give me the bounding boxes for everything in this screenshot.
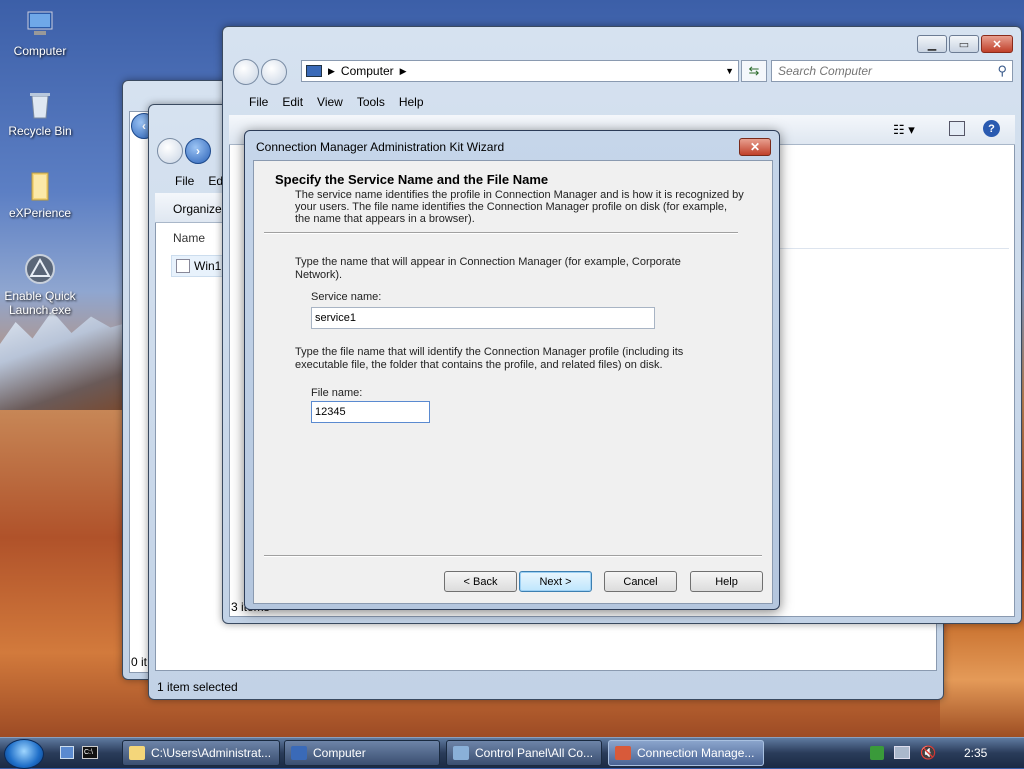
organize-button[interactable]: Organize xyxy=(173,202,222,216)
address-text[interactable]: Computer xyxy=(341,64,394,78)
next-button[interactable]: Next > xyxy=(519,571,592,592)
taskbar-item-connection-manager[interactable]: Connection Manage... xyxy=(608,740,764,766)
menu-bar: File Ed xyxy=(175,174,223,188)
forward-button[interactable] xyxy=(261,59,287,85)
wallpaper-rocks xyxy=(940,620,1024,740)
service-name-input[interactable] xyxy=(311,307,655,329)
forward-arrow-icon[interactable]: › xyxy=(185,138,211,164)
folder-icon xyxy=(129,746,145,760)
taskbar-item-label: Connection Manage... xyxy=(637,746,755,760)
menu-bar: File Edit View Tools Help xyxy=(249,95,424,109)
file-name-input[interactable] xyxy=(311,401,430,423)
desktop-icon-enable-quick-launch[interactable]: Enable Quick Launch.exe xyxy=(0,253,80,317)
service-instructions: Type the name that will appear in Connec… xyxy=(295,256,681,281)
menu-view[interactable]: View xyxy=(317,95,343,109)
connection-manager-icon xyxy=(615,746,631,760)
taskbar-item-label: C:\Users\Administrat... xyxy=(151,746,272,760)
cmak-wizard-dialog[interactable]: Connection Manager Administration Kit Wi… xyxy=(244,130,780,610)
taskbar-item-label: Control Panel\All Co... xyxy=(475,746,594,760)
computer-icon xyxy=(24,8,56,40)
control-panel-icon xyxy=(453,746,469,760)
search-icon[interactable]: ⚲ xyxy=(997,63,1007,79)
computer-icon xyxy=(306,65,322,77)
file-name-label: File name: xyxy=(311,387,363,399)
folder-icon xyxy=(24,170,56,202)
status-text: 0 it xyxy=(131,655,148,669)
views-icon[interactable]: ☷ ▾ xyxy=(893,122,915,138)
system-tray: 🔇 2:35 xyxy=(862,740,1024,766)
menu-edit[interactable]: Edit xyxy=(282,95,303,109)
refresh-icon[interactable]: ⇆ xyxy=(741,60,767,82)
help-icon[interactable]: ? xyxy=(983,120,1000,137)
caption-buttons: ▁ ▭ ✕ xyxy=(917,35,1013,53)
file-instructions: Type the file name that will identify th… xyxy=(295,346,684,371)
back-button[interactable]: < Back xyxy=(444,571,517,592)
breadcrumb-arrow-icon[interactable]: ▶ xyxy=(400,66,407,77)
desktop-icon-computer[interactable]: Computer xyxy=(0,8,80,58)
close-button[interactable]: ✕ xyxy=(739,138,771,156)
menu-tools[interactable]: Tools xyxy=(357,95,385,109)
cancel-button[interactable]: Cancel xyxy=(604,571,677,592)
maximize-button[interactable]: ▭ xyxy=(949,35,979,53)
desktop-icon-label: Computer xyxy=(13,44,67,58)
back-button[interactable] xyxy=(233,59,259,85)
network-icon[interactable] xyxy=(894,746,910,759)
computer-icon xyxy=(291,746,307,760)
menu-edit[interactable]: Ed xyxy=(208,174,223,188)
file-name: Win1( xyxy=(194,259,226,273)
status-text: 1 item selected xyxy=(157,680,238,694)
desktop-icon-label: eXPerience xyxy=(8,206,72,220)
footer-divider xyxy=(264,555,762,557)
menu-file[interactable]: File xyxy=(175,174,194,188)
clock[interactable]: 2:35 xyxy=(964,746,987,760)
desktop-icon-experience[interactable]: eXPerience xyxy=(0,170,80,220)
search-box[interactable]: ⚲ xyxy=(771,60,1013,82)
start-button[interactable] xyxy=(4,739,44,769)
command-prompt-icon[interactable]: C:\ xyxy=(82,746,98,759)
dropdown-arrow-icon[interactable]: ▼ xyxy=(725,66,734,76)
preview-pane-icon[interactable] xyxy=(949,121,965,136)
desktop-icon-recycle-bin[interactable]: Recycle Bin xyxy=(0,88,80,138)
help-button[interactable]: Help xyxy=(690,571,763,592)
taskbar-item-cmd[interactable]: C:\Users\Administrat... xyxy=(122,740,280,766)
volume-muted-icon[interactable]: 🔇 xyxy=(920,745,936,761)
wizard-page-description: The service name identifies the profile … xyxy=(295,189,744,225)
recycle-bin-icon xyxy=(24,88,56,120)
minimize-button[interactable]: ▁ xyxy=(917,35,947,53)
header-divider xyxy=(264,232,738,234)
menu-help[interactable]: Help xyxy=(399,95,424,109)
menu-file[interactable]: File xyxy=(249,95,268,109)
dialog-body: Specify the Service Name and the File Na… xyxy=(253,160,773,604)
desktop-icon-label: Recycle Bin xyxy=(8,124,72,138)
address-bar[interactable]: ▶ Computer ▶ ▼ xyxy=(301,60,739,82)
show-desktop-icon[interactable] xyxy=(60,746,74,759)
file-icon xyxy=(176,259,190,273)
search-input[interactable] xyxy=(772,61,982,81)
back-button[interactable] xyxy=(157,138,183,164)
taskbar-item-label: Computer xyxy=(313,746,366,760)
dialog-title: Connection Manager Administration Kit Wi… xyxy=(256,140,505,154)
breadcrumb-arrow-icon[interactable]: ▶ xyxy=(328,66,335,77)
taskbar-item-computer[interactable]: Computer xyxy=(284,740,440,766)
desktop-icon-label: Enable Quick Launch.exe xyxy=(4,289,76,317)
taskbar-item-control-panel[interactable]: Control Panel\All Co... xyxy=(446,740,602,766)
service-name-label: Service name: xyxy=(311,291,382,303)
security-icon[interactable] xyxy=(870,746,884,760)
wizard-page-title: Specify the Service Name and the File Na… xyxy=(275,172,549,187)
application-icon xyxy=(24,253,56,285)
close-button[interactable]: ✕ xyxy=(981,35,1013,53)
column-header-name[interactable]: Name xyxy=(173,231,205,245)
